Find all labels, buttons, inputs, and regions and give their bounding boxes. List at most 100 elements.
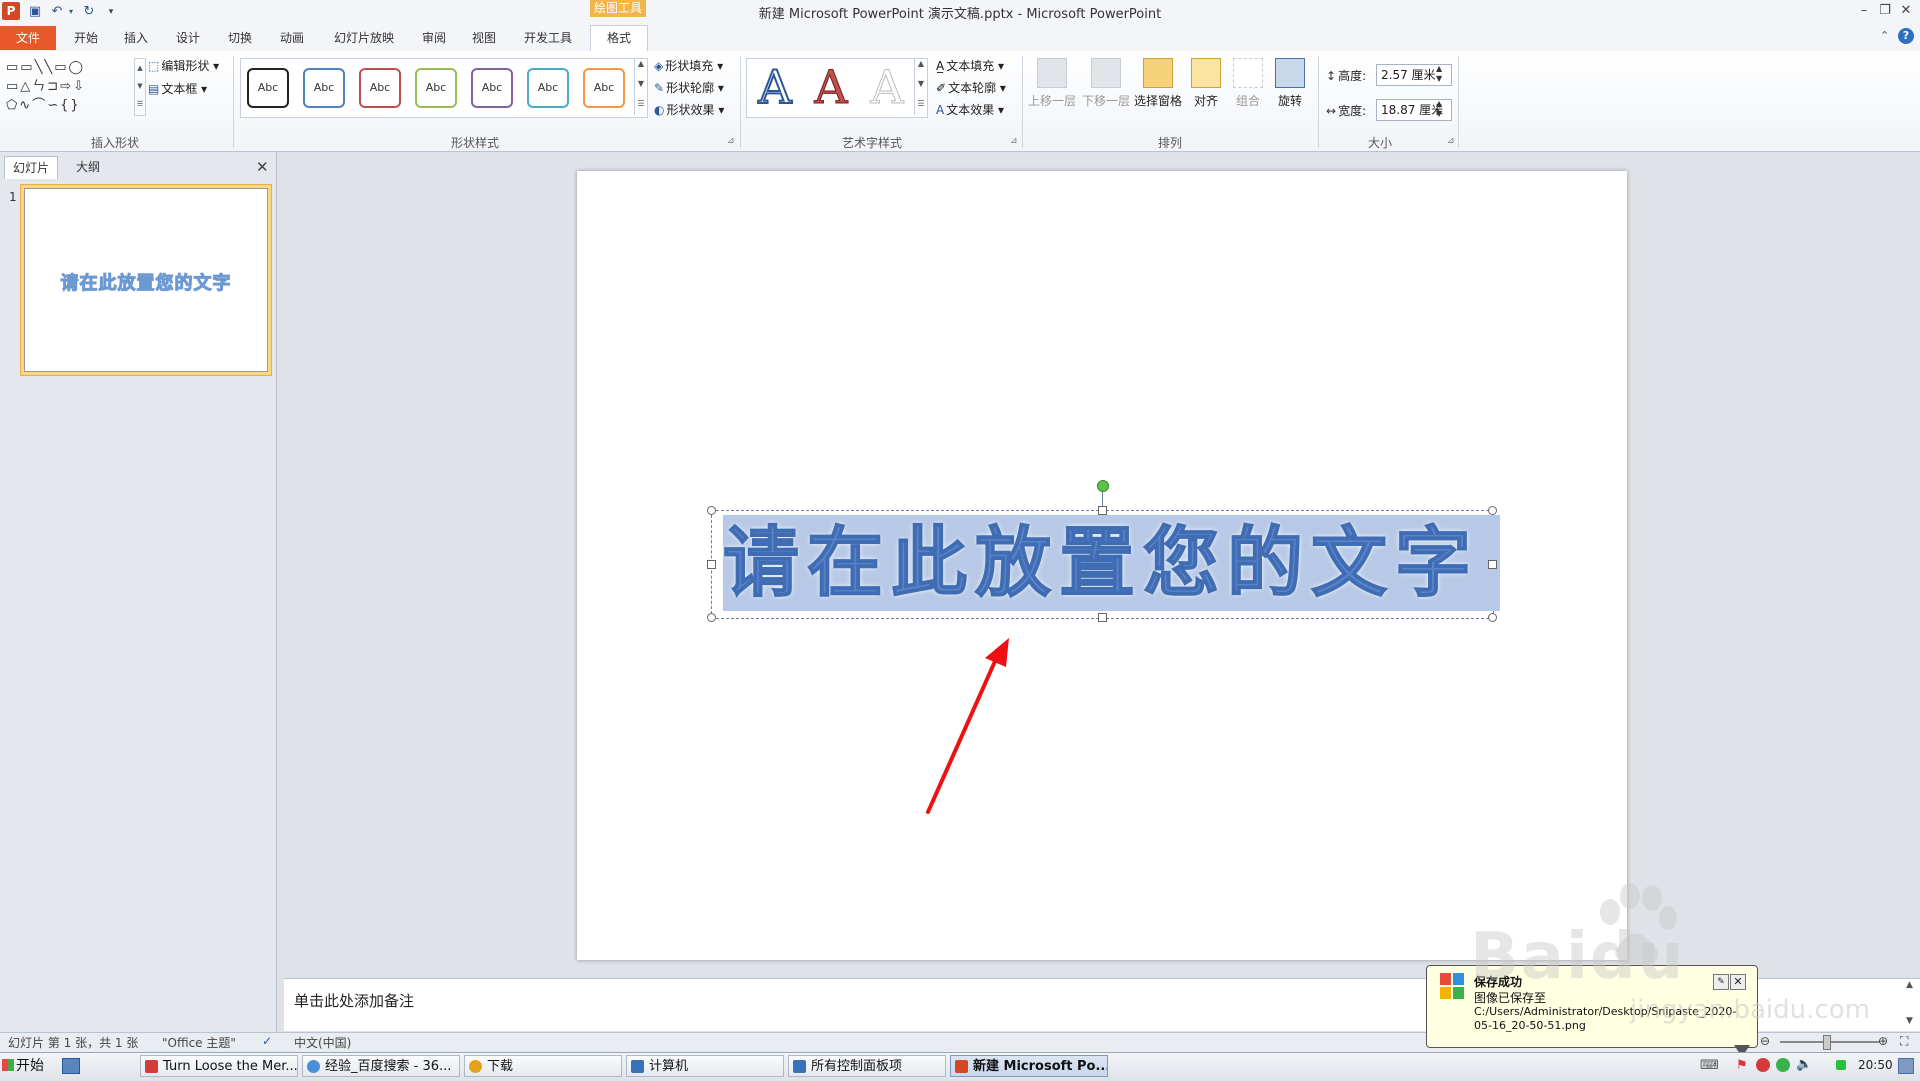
notes-scroll-down-icon[interactable]: ▼: [1906, 1016, 1913, 1026]
notes-placeholder[interactable]: 单击此处添加备注: [294, 990, 414, 1011]
wordart-gallery-scroll[interactable]: ▲ ▼ ☰: [914, 59, 927, 115]
restore-icon[interactable]: ❐: [1874, 2, 1896, 20]
shape-fill-button[interactable]: ◈ 形状填充 ▾: [654, 57, 723, 74]
tray-volume-icon[interactable]: 🔈: [1796, 1057, 1812, 1072]
tab-slides[interactable]: 幻灯片: [4, 156, 58, 179]
resize-handle-top-right[interactable]: [1488, 506, 1497, 515]
shape-outline-button[interactable]: ✎ 形状轮廓 ▾: [654, 79, 724, 96]
start-button[interactable]: 开始: [2, 1055, 54, 1077]
tab-developer[interactable]: 开发工具: [516, 27, 580, 49]
taskbar-item-powerpoint[interactable]: 新建 Microsoft Po...: [950, 1055, 1108, 1077]
text-effects-button[interactable]: A 文本效果 ▾: [936, 101, 1004, 118]
notes-scroll-up-icon[interactable]: ▲: [1906, 980, 1913, 990]
shape-gallery-scroll[interactable]: ▲ ▼ ☰: [134, 58, 146, 116]
bring-forward-button[interactable]: 上移一层: [1028, 56, 1076, 109]
rotate-button[interactable]: 旋转: [1268, 56, 1312, 109]
shape-style-3[interactable]: Abc: [359, 68, 401, 108]
tab-design[interactable]: 设计: [166, 27, 210, 49]
wordart-style-light[interactable]: A: [862, 62, 912, 113]
resize-handle-top-left[interactable]: [707, 506, 716, 515]
group-button[interactable]: 组合: [1226, 56, 1270, 109]
zoom-slider-thumb[interactable]: [1823, 1035, 1831, 1050]
taskbar-item-browser[interactable]: 经验_百度搜索 - 36...: [302, 1055, 460, 1077]
height-spinner[interactable]: ▲ ▼: [1436, 64, 1442, 84]
shape-styles-launcher-icon[interactable]: ⊿: [727, 136, 735, 146]
wordart-style-outline-blue[interactable]: A: [750, 61, 800, 113]
tab-animations[interactable]: 动画: [270, 27, 314, 49]
tab-file[interactable]: 文件: [0, 26, 56, 50]
save-icon[interactable]: ▣: [26, 3, 44, 21]
taskbar-clock[interactable]: 20:50: [1858, 1058, 1893, 1072]
powerpoint-app-icon[interactable]: P: [2, 2, 20, 20]
wordart-text-box[interactable]: 请在此放置您的文字: [722, 515, 1500, 611]
minimize-ribbon-icon[interactable]: ⌃: [1880, 29, 1889, 42]
undo-dropdown-icon[interactable]: ▾: [62, 3, 80, 21]
slide-thumbnail[interactable]: 请在此放置您的文字: [24, 188, 268, 372]
customize-icon[interactable]: ▾: [102, 3, 120, 21]
fit-to-window-icon[interactable]: ⛶: [1900, 1034, 1908, 1049]
taskbar-item-music[interactable]: Turn Loose the Mer...: [140, 1055, 298, 1077]
tab-home[interactable]: 开始: [64, 27, 108, 49]
notification-close-icon[interactable]: ✕: [1730, 974, 1746, 990]
help-icon[interactable]: ?: [1898, 28, 1914, 44]
tray-security-icon[interactable]: [1776, 1058, 1790, 1072]
resize-handle-right[interactable]: [1488, 560, 1497, 569]
tab-review[interactable]: 审阅: [412, 27, 456, 49]
resize-handle-top[interactable]: [1098, 506, 1107, 515]
zoom-in-icon[interactable]: ⊕: [1878, 1034, 1888, 1048]
wordart-style-red[interactable]: A: [806, 62, 856, 113]
tray-keyboard-icon[interactable]: ⌨: [1700, 1058, 1719, 1073]
rotate-handle[interactable]: [1097, 480, 1109, 492]
align-button[interactable]: 对齐: [1184, 56, 1228, 109]
tray-network-icon[interactable]: [1836, 1060, 1846, 1070]
resize-handle-bottom-left[interactable]: [707, 613, 716, 622]
resize-handle-bottom[interactable]: [1098, 613, 1107, 622]
shape-style-7[interactable]: Abc: [583, 68, 625, 108]
close-panel-icon[interactable]: ✕: [256, 158, 269, 176]
shape-style-2[interactable]: Abc: [303, 68, 345, 108]
tray-flag-icon[interactable]: ⚑: [1736, 1058, 1748, 1073]
window-title: 新建 Microsoft PowerPoint 演示文稿.pptx - Micr…: [758, 7, 1162, 22]
tab-slideshow[interactable]: 幻灯片放映: [324, 27, 404, 49]
close-window-icon[interactable]: ✕: [1895, 2, 1917, 20]
taskbar-item-downloads[interactable]: 下载: [464, 1055, 622, 1077]
notification-pin-icon[interactable]: ✎: [1713, 974, 1729, 990]
text-box-button[interactable]: ▤ 文本框 ▾: [148, 80, 207, 97]
redo-icon[interactable]: ↻: [80, 3, 98, 21]
shape-effects-button[interactable]: ◐ 形状效果 ▾: [654, 101, 724, 118]
wordart-launcher-icon[interactable]: ⊿: [1010, 136, 1018, 146]
shape-style-1[interactable]: Abc: [247, 68, 289, 108]
tab-transitions[interactable]: 切换: [218, 27, 262, 49]
shape-style-5[interactable]: Abc: [471, 68, 513, 108]
taskbar-item-control-panel[interactable]: 所有控制面板项: [788, 1055, 946, 1077]
resize-handle-bottom-right[interactable]: [1488, 613, 1497, 622]
minimize-icon[interactable]: –: [1853, 2, 1875, 20]
shape-style-4[interactable]: Abc: [415, 68, 457, 108]
send-backward-button[interactable]: 下移一层: [1082, 56, 1130, 109]
taskbar-item-computer[interactable]: 计算机: [626, 1055, 784, 1077]
resize-handle-left[interactable]: [707, 560, 716, 569]
tray-desktop-icon[interactable]: [1898, 1058, 1914, 1074]
spell-check-icon[interactable]: ✓: [262, 1034, 272, 1048]
selection-pane-button[interactable]: 选择窗格: [1134, 56, 1182, 109]
tab-insert[interactable]: 插入: [114, 27, 158, 49]
shape-gallery[interactable]: ▭▭╲╲▭◯ ▭△ㄣ⊐⇨⇩ ⬠∿⌒∽{}: [6, 58, 136, 116]
shape-styles-scroll[interactable]: ▲ ▼ ☰: [634, 59, 647, 115]
tab-view[interactable]: 视图: [462, 27, 506, 49]
tray-antivirus-icon[interactable]: [1756, 1058, 1770, 1072]
edit-shape-button[interactable]: ⬚ 编辑形状 ▾: [148, 57, 219, 74]
baidu-watermark-text: Baidu: [1470, 920, 1686, 994]
shape-style-6[interactable]: Abc: [527, 68, 569, 108]
theme-status[interactable]: "Office 主题": [162, 1034, 236, 1051]
width-spinner[interactable]: ▲ ▼: [1436, 99, 1442, 119]
tab-format[interactable]: 格式: [590, 25, 648, 52]
size-launcher-icon[interactable]: ⊿: [1447, 136, 1455, 146]
show-desktop-icon[interactable]: [62, 1058, 80, 1074]
bring-forward-icon: [1037, 58, 1067, 88]
tab-outline[interactable]: 大纲: [60, 156, 116, 178]
text-outline-button[interactable]: ✐ 文本轮廓 ▾: [936, 79, 1006, 96]
language-status[interactable]: 中文(中国): [294, 1034, 351, 1051]
control-panel-icon: [793, 1060, 806, 1073]
zoom-out-icon[interactable]: ⊖: [1760, 1034, 1770, 1048]
text-fill-button[interactable]: A̲ 文本填充 ▾: [936, 57, 1004, 74]
